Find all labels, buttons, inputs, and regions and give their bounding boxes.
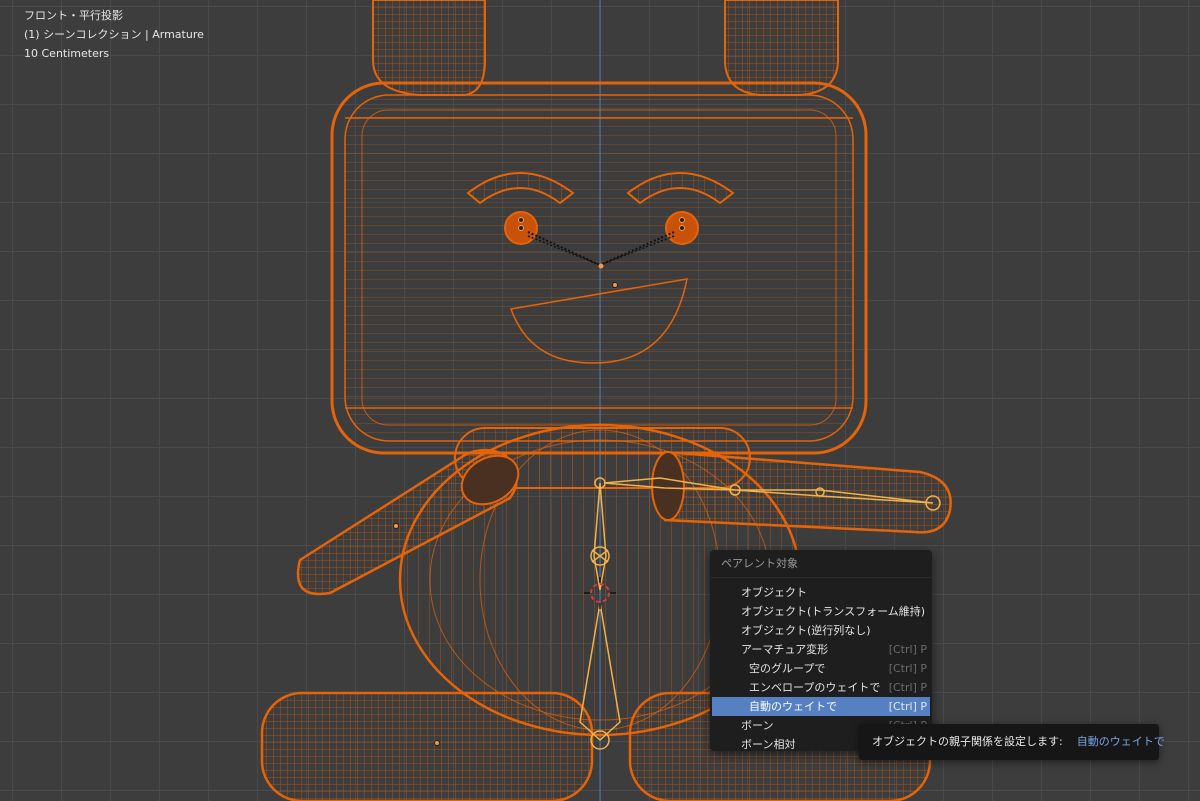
menu-item-shortcut: [Ctrl] P	[888, 662, 927, 675]
tooltip: オブジェクトの親子関係を設定します: 自動のウェイトで	[859, 724, 1165, 760]
ear-right-mesh	[724, 0, 839, 96]
menu-item-object[interactable]: オブジェクト	[710, 583, 932, 602]
collection-label: (1) シーンコレクション | Armature	[24, 28, 204, 41]
scale-label: 10 Centimeters	[24, 47, 110, 60]
menu-item-automatic-weights[interactable]: 自動のウェイトで [Ctrl] P	[712, 697, 930, 716]
menu-item-empty-groups[interactable]: 空のグループで [Ctrl] P	[710, 659, 932, 678]
menu-item-armature-deform[interactable]: アーマチュア変形 [Ctrl] P	[710, 640, 932, 659]
tooltip-value: 自動のウェイトで	[1076, 735, 1165, 748]
menu-item-label: オブジェクト(トランスフォーム維持)	[741, 605, 926, 618]
menu-item-label: エンベロープのウェイトで	[749, 681, 881, 694]
menu-item-label: ボーン相対	[741, 738, 796, 751]
menu-item-label: オブジェクト	[741, 586, 807, 599]
menu-item-label: 自動のウェイトで	[749, 700, 837, 713]
menu-item-label: ボーン	[741, 719, 774, 732]
menu-title: ペアレント対象	[710, 550, 932, 578]
wireframe-scene	[260, 0, 952, 801]
menu-item-shortcut: [Ctrl] P	[888, 681, 927, 694]
3d-viewport[interactable]: フロント・平行投影 (1) シーンコレクション | Armature 10 Ce…	[0, 0, 1200, 801]
menu-item-shortcut: [Ctrl] P	[888, 643, 927, 656]
arm-right-mesh	[651, 450, 952, 534]
view-name-label: フロント・平行投影	[24, 9, 123, 22]
menu-item-label: アーマチュア変形	[741, 643, 829, 656]
menu-item-object-keep-transform[interactable]: オブジェクト(トランスフォーム維持)	[710, 602, 932, 621]
menu-item-label: 空のグループで	[749, 662, 826, 675]
ear-left-mesh	[372, 0, 486, 96]
menu-item-object-no-inverse[interactable]: オブジェクト(逆行列なし)	[710, 621, 932, 640]
head-mesh	[330, 81, 868, 455]
tooltip-text: オブジェクトの親子関係を設定します:	[872, 735, 1063, 748]
menu-item-label: オブジェクト(逆行列なし)	[741, 624, 871, 637]
parent-to-menu: ペアレント対象 オブジェクト オブジェクト(トランスフォーム維持) オブジェクト…	[710, 550, 932, 751]
menu-item-shortcut: [Ctrl] P	[888, 700, 927, 713]
foot-left-mesh	[260, 691, 594, 801]
menu-item-envelope-weights[interactable]: エンベロープのウェイトで [Ctrl] P	[710, 678, 932, 697]
